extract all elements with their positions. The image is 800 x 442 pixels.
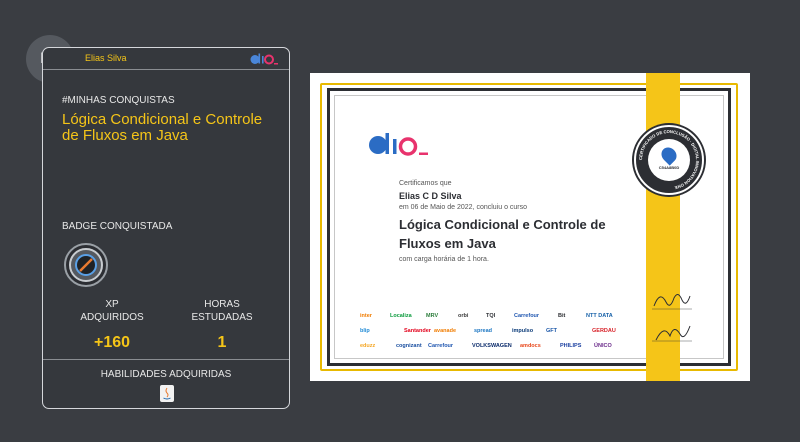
sponsor-logo: Carrefour: [428, 343, 454, 349]
sponsor-logo: Bit: [558, 313, 566, 319]
xp-label: XP ADQUIRIDOS: [80, 299, 144, 323]
sponsor-logo: ÚNICO: [594, 343, 612, 349]
certificate-course: Lógica Condicional e Controle de Fluxos …: [399, 217, 606, 251]
card-header: Elias Silva: [43, 48, 289, 70]
achievement-card: Elias Silva #MINHAS CONQUISTAS Lógica Co…: [42, 47, 290, 409]
sponsor-logo: cognizant: [396, 343, 422, 349]
sponsor-logo: GERDAU: [592, 328, 616, 334]
certificate-seal-icon: CERTIFICADO DE CONCLUSÃO · DIGITAL INNOV…: [634, 125, 704, 195]
sponsor-logo: PHILIPS: [560, 343, 582, 349]
seal-code: C54A8B0D: [658, 165, 680, 170]
hours-value: 1: [217, 334, 227, 351]
sponsor-logo: spread: [474, 328, 493, 334]
certificate[interactable]: CERTIFICADO DE CONCLUSÃO · DIGITAL INNOV…: [310, 73, 750, 381]
sponsor-logo: MRV: [426, 313, 439, 319]
sponsor-logo: TQI: [486, 313, 496, 319]
sponsor-logo: NTT DATA: [586, 313, 613, 319]
sponsor-logo: Santander: [404, 328, 431, 334]
hours-label: HORAS ESTUDADAS: [191, 299, 253, 323]
sponsor-logo: impulso: [512, 328, 534, 334]
course-badge-icon[interactable]: [63, 242, 109, 288]
date-line: em 06 de Maio de 2022, concluiu o curso: [399, 204, 528, 211]
sponsor-logo: amdocs: [520, 343, 541, 349]
section-tag: #MINHAS CONQUISTAS: [62, 95, 175, 106]
badge-label: BADGE CONQUISTADA: [62, 221, 173, 232]
skills-label: HABILIDADES ADQUIRIDAS: [100, 369, 232, 380]
signature-image: [652, 294, 692, 310]
certify-line: Certificamos que: [399, 180, 452, 187]
sponsor-logo: avanade: [434, 328, 457, 334]
sponsor-logo: Carrefour: [514, 313, 540, 319]
sponsor-logo: inter: [360, 313, 372, 319]
dio-logo-icon[interactable]: [249, 53, 279, 65]
sponsor-logo: orbi: [458, 313, 469, 319]
divider: [43, 359, 289, 360]
sponsor-logo: Localiza: [390, 313, 412, 319]
hours-line: com carga horária de 1 hora.: [399, 256, 489, 263]
sponsor-logo: VOLKSWAGEN: [472, 343, 512, 349]
xp-value: +160: [93, 334, 131, 351]
user-name[interactable]: Elias Silva: [85, 53, 127, 63]
sponsor-logo: blip: [360, 328, 370, 334]
dio-logo-icon: [369, 133, 428, 156]
sponsor-logo: GFT: [546, 328, 557, 334]
course-title: Lógica Condicional e Controle de Fluxos …: [62, 111, 263, 144]
sponsor-logo: eduzz: [360, 343, 376, 349]
student-name: Elias C D Silva: [399, 191, 462, 201]
java-skill-icon[interactable]: [160, 385, 174, 402]
signature-image: [652, 325, 692, 342]
